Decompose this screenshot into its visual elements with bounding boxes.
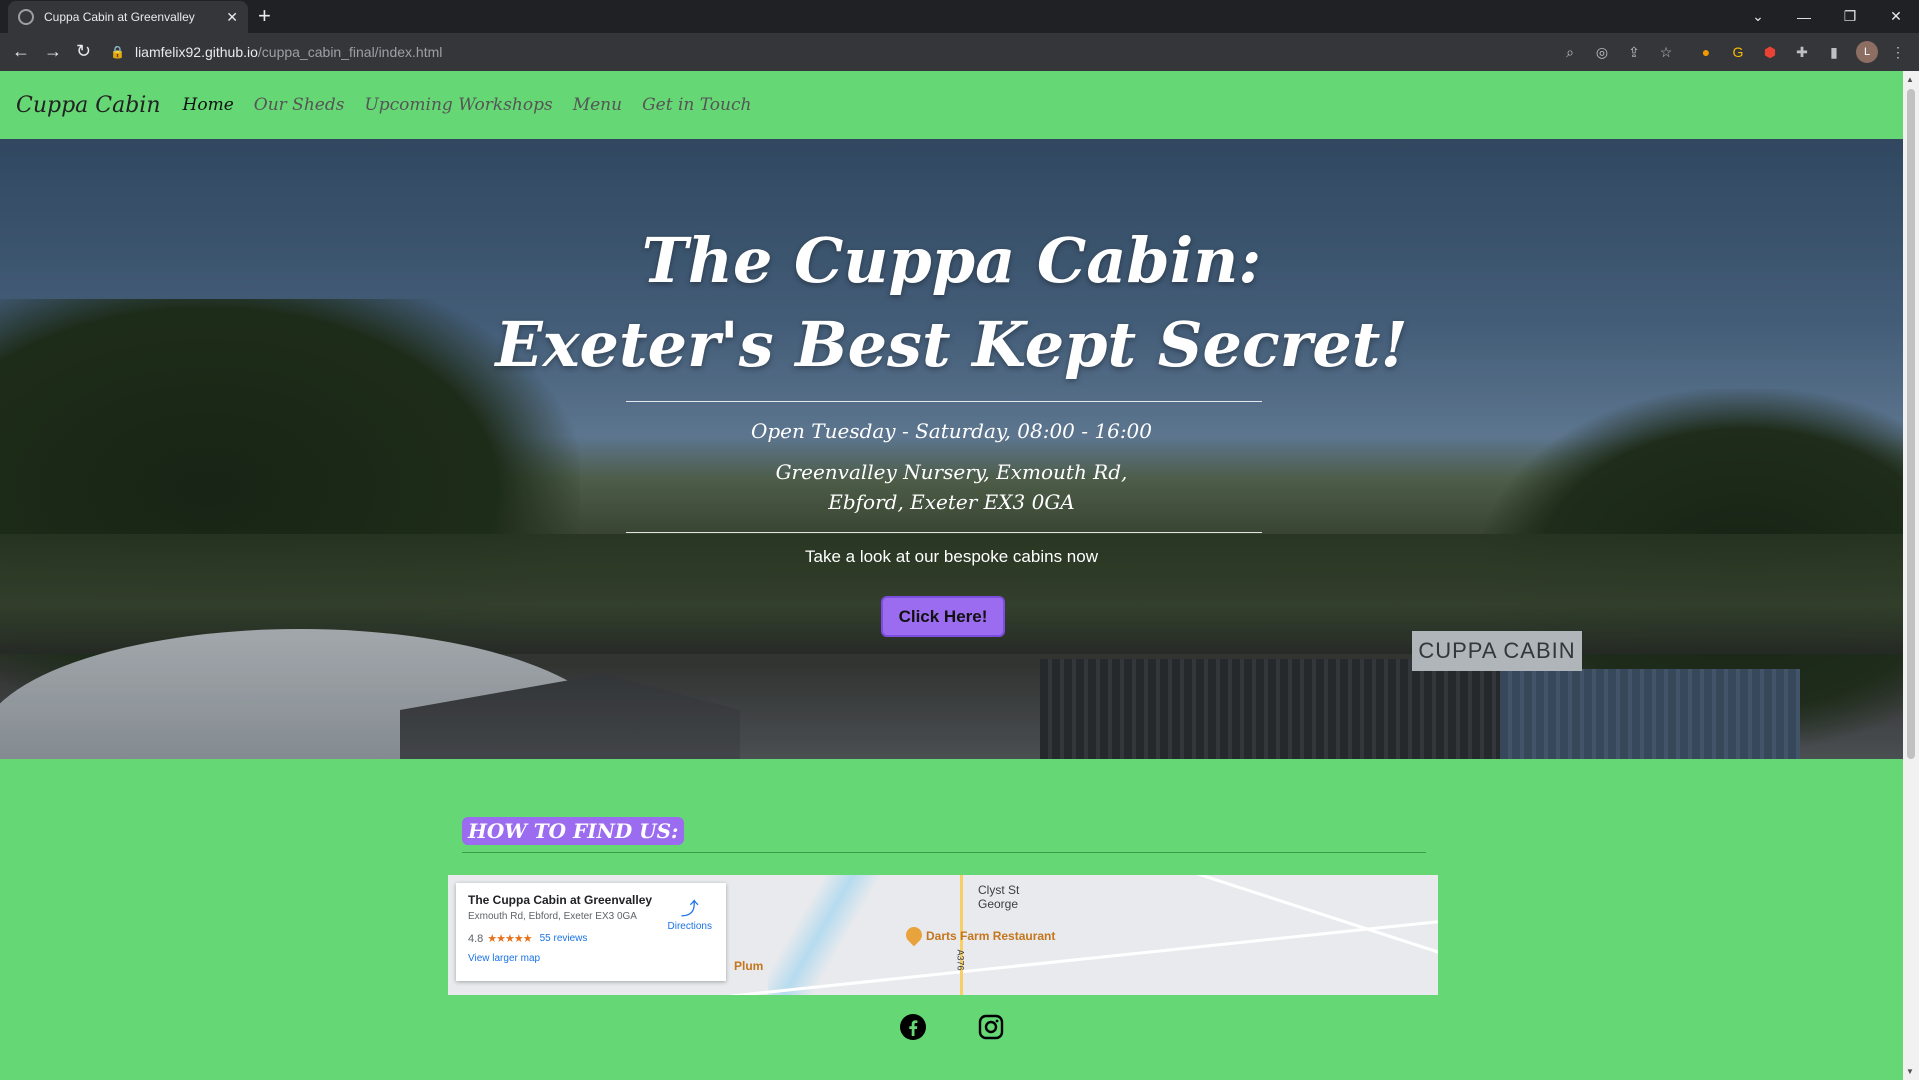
find-us-divider xyxy=(462,852,1426,853)
new-tab-icon[interactable]: + xyxy=(258,5,271,27)
hero-address: Greenvalley Nursery, Exmouth Rd, Ebford,… xyxy=(0,457,1903,517)
extension-shield-icon[interactable]: ⬢ xyxy=(1760,42,1780,62)
extension-g-icon[interactable]: G xyxy=(1728,42,1748,62)
directions-label: Directions xyxy=(667,921,712,932)
share-icon[interactable]: ⇪ xyxy=(1624,42,1644,62)
directions-button[interactable]: ⤴ Directions xyxy=(668,895,712,932)
nav-link-get-in-touch[interactable]: Get in Touch xyxy=(642,95,751,115)
url-host: liamfelix92.github.io xyxy=(134,44,258,60)
hero-banner: CUPPA CABIN The Cuppa Cabin: Exeter's Be… xyxy=(0,139,1903,759)
restaurant-pin-icon[interactable] xyxy=(902,923,926,947)
map-poi-plum[interactable]: Plum xyxy=(734,959,763,973)
hero-title-line-1: The Cuppa Cabin: xyxy=(641,224,1262,297)
zoom-icon[interactable]: ⌕ xyxy=(1560,42,1580,62)
facebook-icon[interactable] xyxy=(899,1013,927,1041)
back-icon[interactable]: ← xyxy=(12,41,30,61)
view-larger-map-link[interactable]: View larger map xyxy=(468,953,714,964)
find-us-heading: HOW TO FIND US: xyxy=(462,817,685,845)
address-bar[interactable]: 🔒 liamfelix92.github.io/cuppa_cabin_fina… xyxy=(110,38,1550,66)
side-panel-icon[interactable]: ▮ xyxy=(1824,42,1844,62)
hero-content: The Cuppa Cabin: Exeter's Best Kept Secr… xyxy=(0,139,1903,759)
hero-divider-bottom xyxy=(626,532,1262,533)
menu-icon[interactable]: ⋮ xyxy=(1888,42,1908,62)
map-road-label: A376 xyxy=(955,949,966,971)
map-town-line-1: Clyst St xyxy=(978,883,1020,897)
social-links xyxy=(0,1013,1903,1041)
browser-tab[interactable]: Cuppa Cabin at Greenvalley ✕ xyxy=(8,1,248,33)
hero-title: The Cuppa Cabin: Exeter's Best Kept Secr… xyxy=(0,219,1903,387)
embedded-map[interactable]: Clyst St George A376 Darts Farm Restaura… xyxy=(448,875,1438,995)
address-line-1: Greenvalley Nursery, Exmouth Rd, xyxy=(775,460,1128,484)
click-here-button[interactable]: Click Here! xyxy=(881,596,1005,637)
extensions-icon[interactable]: ✚ xyxy=(1792,42,1812,62)
scrollbar-thumb[interactable] xyxy=(1907,89,1915,759)
hero-tagline: Take a look at our bespoke cabins now xyxy=(805,547,1098,566)
window-close-icon[interactable]: ✕ xyxy=(1873,0,1919,33)
map-town-label: Clyst St George xyxy=(978,883,1019,911)
page-viewport: Cuppa Cabin Home Our Sheds Upcoming Work… xyxy=(0,71,1903,1080)
place-rating: 4.8 ★★★★★ 55 reviews xyxy=(468,932,714,946)
reviews-link[interactable]: 55 reviews xyxy=(540,933,588,944)
map-town-line-2: George xyxy=(978,897,1019,911)
close-tab-icon[interactable]: ✕ xyxy=(226,9,238,26)
map-poi-restaurant[interactable]: Darts Farm Restaurant xyxy=(926,929,1055,943)
map-place-card: The Cuppa Cabin at Greenvalley Exmouth R… xyxy=(456,883,726,981)
hero-divider-top xyxy=(626,401,1262,402)
reload-icon[interactable]: ↻ xyxy=(76,41,91,61)
scroll-up-icon[interactable]: ▲ xyxy=(1906,75,1914,84)
tab-search-icon[interactable]: ⌄ xyxy=(1735,0,1781,33)
address-line-2: Ebford, Exeter EX3 0GA xyxy=(828,490,1075,514)
nav-link-home[interactable]: Home xyxy=(183,95,234,115)
nav-link-menu[interactable]: Menu xyxy=(573,95,622,115)
star-icon[interactable]: ☆ xyxy=(1656,42,1676,62)
lock-icon[interactable]: 🔒 xyxy=(110,45,125,59)
url-path: /cuppa_cabin_final/index.html xyxy=(257,44,443,60)
forward-icon[interactable]: → xyxy=(44,41,62,61)
page-scrollbar[interactable]: ▲ ▼ xyxy=(1903,71,1919,1080)
browser-tab-strip: Cuppa Cabin at Greenvalley ✕ + ⌄ — ❐ ✕ xyxy=(0,0,1919,33)
brand-logo[interactable]: Cuppa Cabin xyxy=(16,93,161,118)
profile-avatar[interactable]: L xyxy=(1856,41,1878,63)
map-road-east xyxy=(1154,875,1438,955)
directions-icon: ⤴ xyxy=(680,899,699,919)
extension-fire-icon[interactable]: ● xyxy=(1696,42,1716,62)
hero-title-line-2: Exeter's Best Kept Secret! xyxy=(495,308,1408,381)
opening-hours: Open Tuesday - Saturday, 08:00 - 16:00 xyxy=(750,419,1153,443)
site-navbar: Cuppa Cabin Home Our Sheds Upcoming Work… xyxy=(0,71,1903,139)
nav-link-our-sheds[interactable]: Our Sheds xyxy=(254,95,345,115)
map-river xyxy=(768,875,888,995)
rating-value: 4.8 xyxy=(468,932,484,945)
nav-link-upcoming-workshops[interactable]: Upcoming Workshops xyxy=(364,95,552,115)
tab-title: Cuppa Cabin at Greenvalley xyxy=(44,10,195,24)
minimize-icon[interactable]: — xyxy=(1781,0,1827,33)
find-us-section: HOW TO FIND US: xyxy=(448,817,1426,853)
browser-toolbar: ← → ↻ 🔒 liamfelix92.github.io/cuppa_cabi… xyxy=(0,33,1919,71)
instagram-icon[interactable] xyxy=(977,1013,1005,1041)
restore-icon[interactable]: ❐ xyxy=(1827,0,1873,33)
globe-icon xyxy=(18,9,34,25)
eye-off-icon[interactable]: ◎ xyxy=(1592,42,1612,62)
rating-stars-icon: ★★★★★ xyxy=(487,933,532,945)
scroll-down-icon[interactable]: ▼ xyxy=(1906,1067,1914,1076)
